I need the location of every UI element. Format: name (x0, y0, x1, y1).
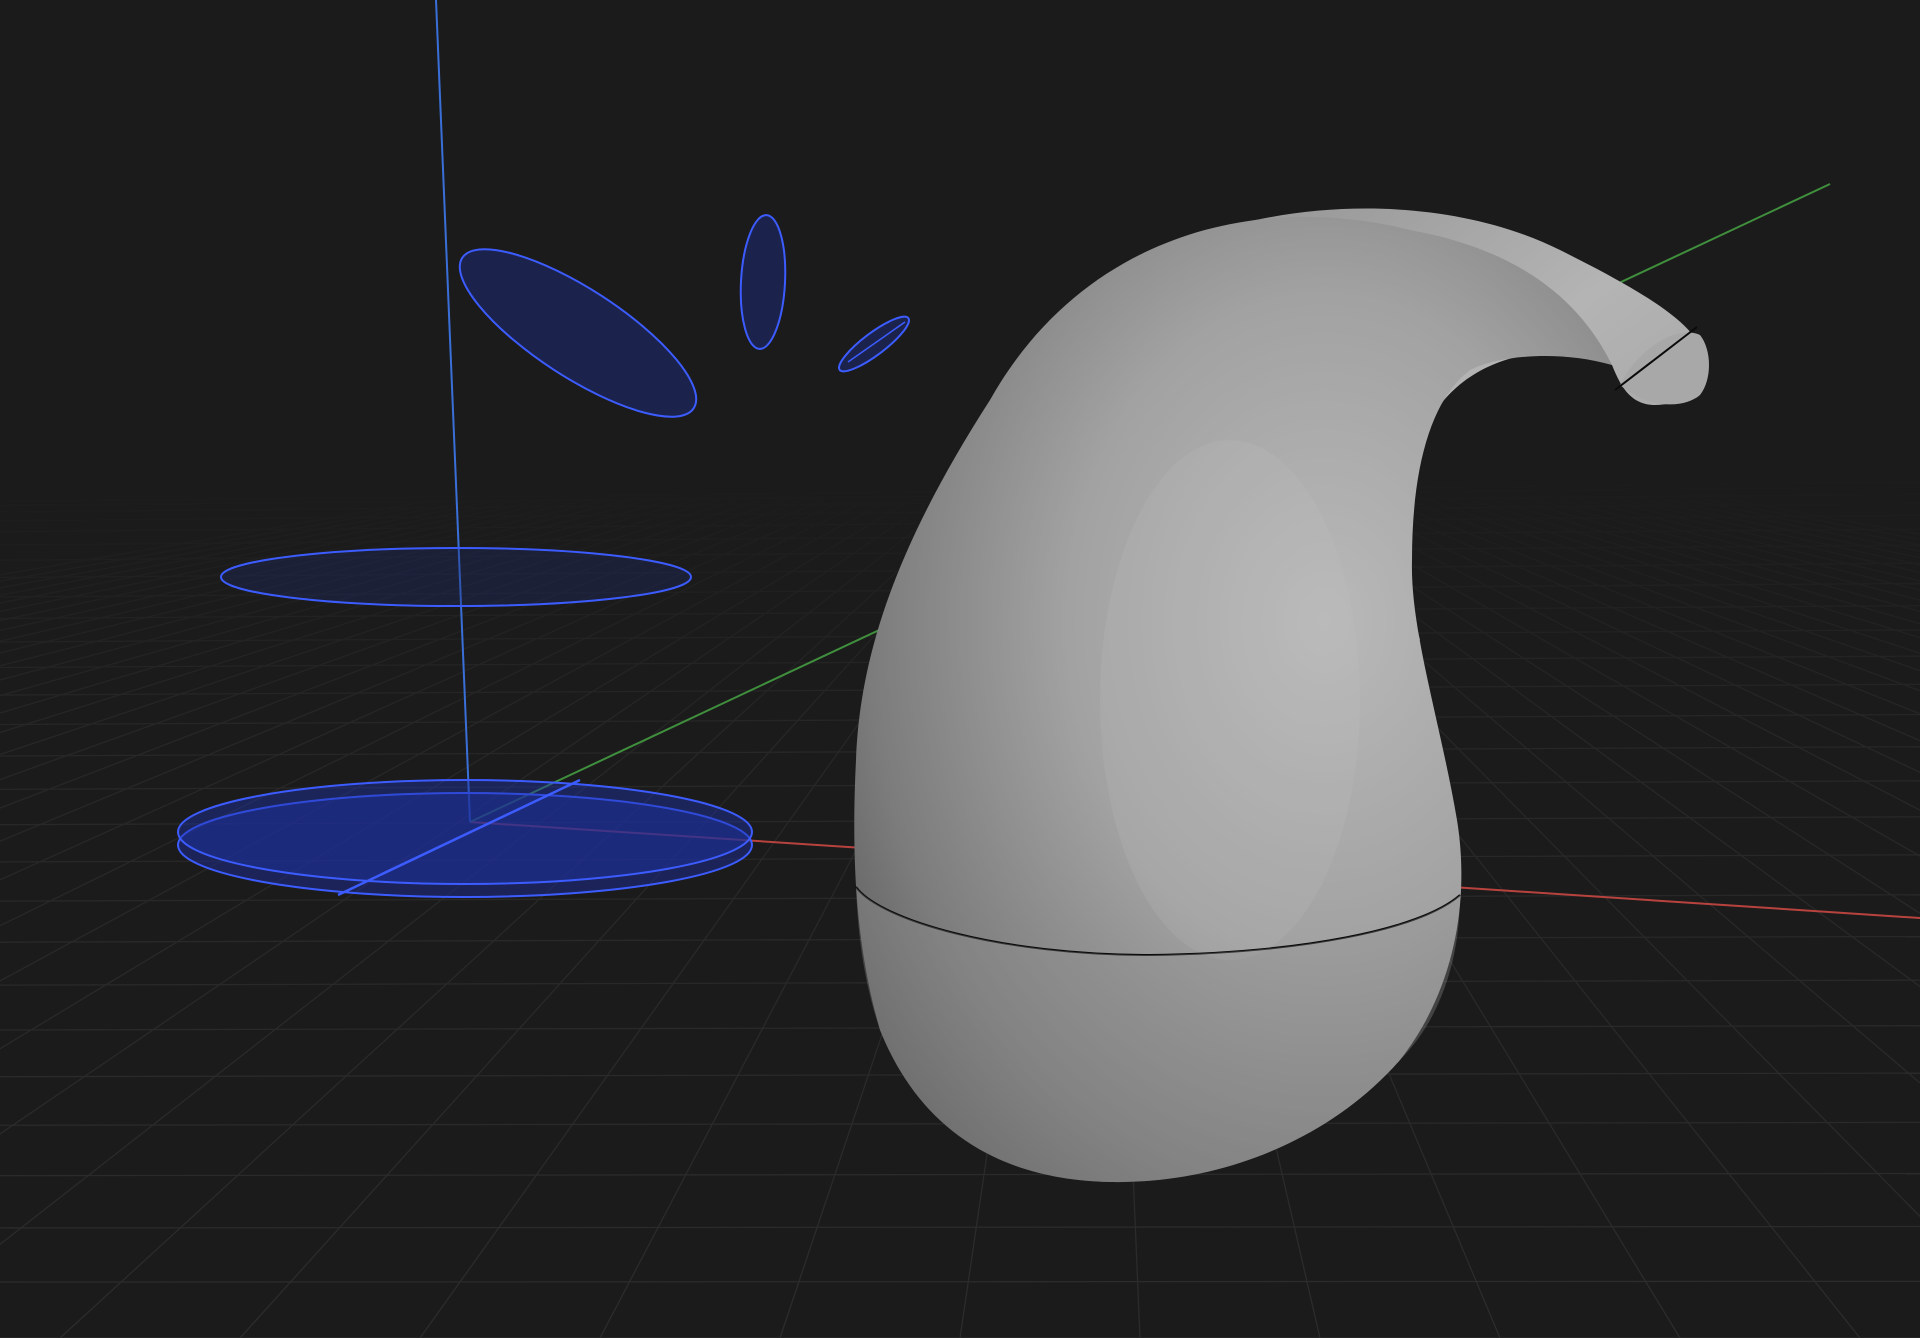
profile-section-base[interactable] (177, 778, 753, 898)
3d-viewport[interactable] (0, 0, 1920, 1338)
viewport-canvas[interactable] (0, 0, 1920, 1338)
model-highlight (1100, 440, 1360, 960)
profile-section-2[interactable] (220, 547, 692, 607)
